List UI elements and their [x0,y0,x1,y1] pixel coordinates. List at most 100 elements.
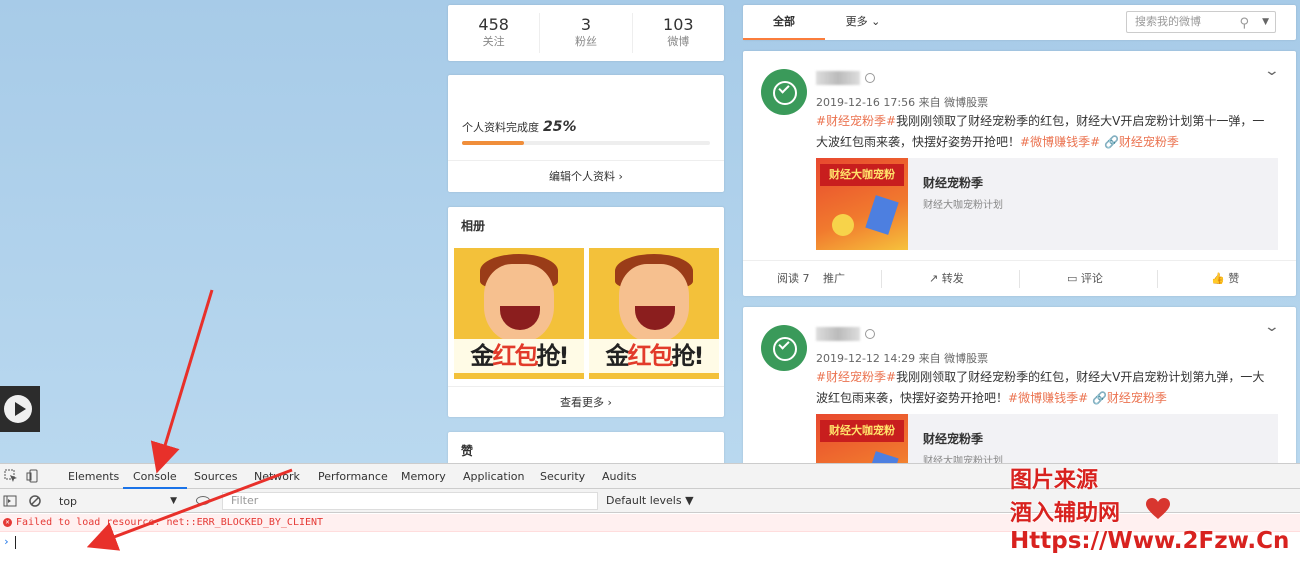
watermark-line: 酒入辅助网 [1010,501,1121,526]
clear-console-icon[interactable] [28,494,42,508]
post-actions: 阅读 7 推广 ↗ 转发 ▭ 评论 👍 赞 [743,260,1296,296]
photo-text: 抢! [671,342,705,370]
coin-graphic [832,214,854,236]
stat-label: 微博 [667,35,690,48]
edit-profile-link[interactable]: 编辑个人资料 › [448,160,724,192]
album-card: 相册 金红包抢! 金红包抢! 查看更多 › [448,207,724,417]
sidebar-toggle-icon[interactable] [3,494,17,508]
dropdown-icon[interactable]: ▼ [1262,12,1269,32]
album-photo[interactable]: 金红包抢! [589,248,719,379]
stat-label: 粉丝 [574,35,597,48]
console-prompt: › [3,535,10,548]
repost-button[interactable]: ↗ 转发 [929,261,964,297]
console-input-caret[interactable] [15,536,16,549]
photo-banner: 金红包抢! [454,339,584,373]
avatar[interactable] [761,69,807,115]
completion-text: 个人资料完成度 [462,121,539,134]
share-title: 财经宠粉季 [923,176,984,190]
tab-memory[interactable]: Memory [401,464,446,489]
completion-label: 个人资料完成度 25% [462,119,577,135]
inspect-icon[interactable] [4,469,18,483]
stat-followers[interactable]: 3 粉丝 [540,13,633,53]
chevron-down-icon[interactable]: ⌄ [1264,63,1280,79]
eye-icon[interactable] [196,496,210,505]
photo-face [484,264,554,342]
divider [881,270,882,288]
tab-performance[interactable]: Performance [318,464,388,489]
profile-card: 个人资料完成度 25% 编辑个人资料 › [448,75,724,192]
heart-icon [1146,498,1170,519]
stat-label: 关注 [482,35,505,48]
thumbnail-banner: 财经大咖宠粉 [820,164,904,186]
topic-link[interactable]: #微博赚钱季# [1008,391,1088,405]
topic-link[interactable]: #财经宠粉季# [816,370,896,384]
photo-face [619,264,689,342]
tab-more[interactable]: 更多 ⌄ [835,5,891,40]
nickname-blurred[interactable] [816,71,860,85]
divider [1157,270,1158,288]
like-label: 赞 [1228,272,1240,285]
share-thumbnail: 财经大咖宠粉 [816,158,908,250]
tab-sources[interactable]: Sources [194,464,238,489]
filter-input[interactable]: Filter [222,492,598,510]
device-toolbar-icon[interactable] [26,469,40,483]
topic-link[interactable]: #财经宠粉季# [816,114,896,128]
context-value: top [59,495,78,508]
comment-label: 评论 [1080,272,1103,285]
feed-post: ⌄ 2019-12-12 14:29 来自 微博股票 #财经宠粉季#我刚刚领取了… [743,307,1296,506]
album-more-link[interactable]: 查看更多 › [448,386,724,417]
feed-tabs: 全部 更多 ⌄ 搜索我的微博 ⚲ ▼ [743,5,1296,40]
comment-icon: ▭ [1067,272,1081,285]
stat-following[interactable]: 458 关注 [448,13,541,53]
link-icon: 🔗 [1091,391,1107,405]
photo-text: 金 [605,342,630,370]
topic-link[interactable]: #微博赚钱季# [1020,135,1100,149]
check-icon [778,338,790,350]
stat-value: 458 [478,15,509,34]
stats-card: 458 关注 3 粉丝 103 微博 [448,5,724,61]
search-input[interactable]: 搜索我的微博 ⚲ ▼ [1126,11,1276,33]
like-button[interactable]: 👍 赞 [1211,261,1239,297]
tab-elements[interactable]: Elements [68,464,119,489]
verified-icon [865,329,875,339]
check-icon [778,82,790,94]
stat-value: 3 [580,15,592,34]
nickname-blurred[interactable] [816,327,860,341]
photo-text-red: 红包 [627,342,674,370]
tab-console[interactable]: Console [123,464,187,489]
share-link[interactable]: 财经宠粉季 [1119,135,1179,149]
post-meta: 2019-12-12 14:29 来自 微博股票 [816,352,989,365]
share-title: 财经宠粉季 [923,432,984,446]
album-title: 相册 [461,219,486,233]
read-count: 阅读 7 [777,272,810,285]
stat-value: 103 [663,15,694,34]
comment-button[interactable]: ▭ 评论 [1067,261,1103,297]
chevron-down-icon[interactable]: ⌄ [1264,319,1280,335]
filter-placeholder: Filter [231,494,259,507]
completion-bar [462,141,710,145]
tab-application[interactable]: Application [463,464,524,489]
post-text: #财经宠粉季#我刚刚领取了财经宠粉季的红包，财经大V开启宠粉计划第九弹，一大波红… [816,367,1266,409]
watermark-line: 图片来源 [1010,468,1099,493]
error-icon: ✕ [3,518,12,527]
promote-button[interactable]: 推广 [823,261,845,297]
thumbs-up-icon: 👍 [1211,272,1229,285]
context-select[interactable]: top ▼ [52,492,182,509]
log-levels-select[interactable]: Default levels ▼ [606,492,694,510]
play-icon[interactable] [0,386,40,432]
share-card[interactable]: 财经大咖宠粉 财经宠粉季 财经大咖宠粉计划 [816,158,1278,250]
stat-posts[interactable]: 103 微博 [633,13,724,53]
photo-text: 抢! [536,342,570,370]
share-link[interactable]: 财经宠粉季 [1107,391,1167,405]
photo-text: 金 [470,342,495,370]
thumbnail-banner: 财经大咖宠粉 [820,420,904,442]
tab-audits[interactable]: Audits [602,464,637,489]
avatar[interactable] [761,325,807,371]
tab-network[interactable]: Network [254,464,300,489]
search-icon[interactable]: ⚲ [1239,14,1249,34]
album-photo[interactable]: 金红包抢! [454,248,584,379]
share-subtitle: 财经大咖宠粉计划 [923,200,1003,211]
tab-all[interactable]: 全部 [743,5,825,40]
tab-security[interactable]: Security [540,464,585,489]
post-meta: 2019-12-16 17:56 来自 微博股票 [816,96,989,109]
